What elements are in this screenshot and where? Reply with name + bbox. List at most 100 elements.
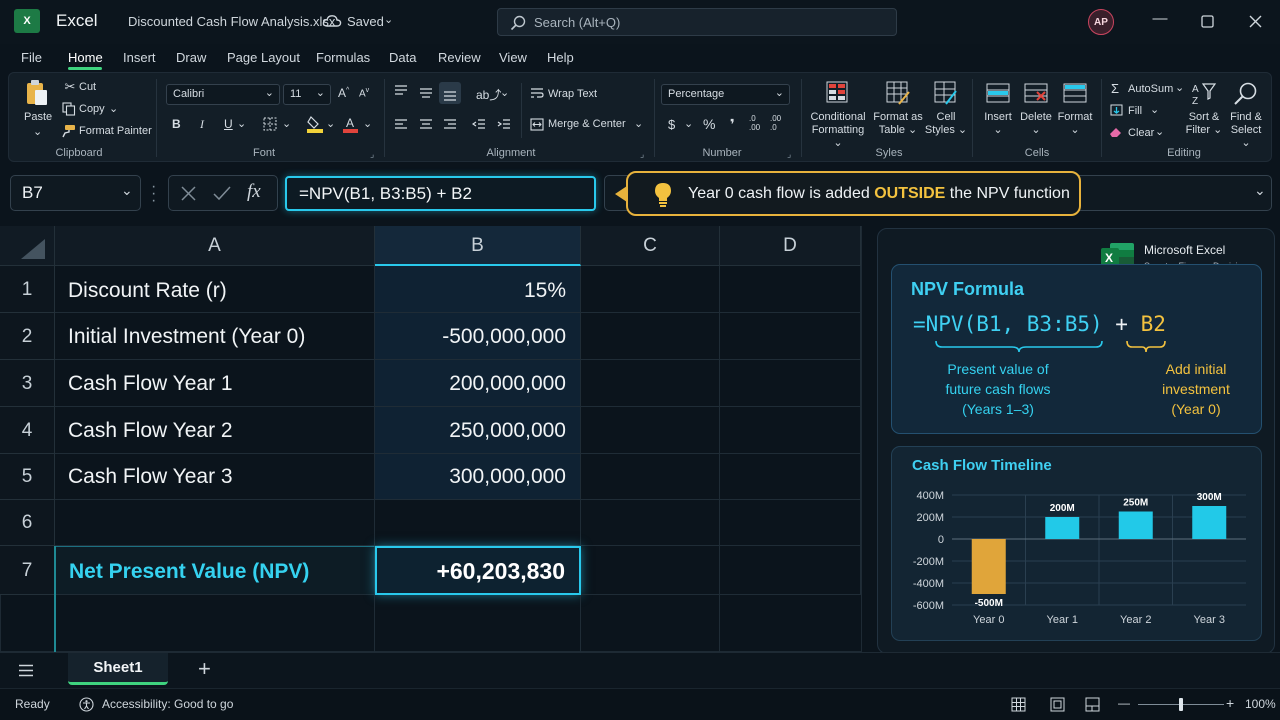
tab-view[interactable]: View	[499, 50, 527, 65]
increase-indent-icon[interactable]	[497, 119, 511, 131]
chevron-down-icon[interactable]: ⌄	[1150, 103, 1159, 116]
align-top-icon[interactable]	[394, 85, 408, 97]
currency-button[interactable]: $	[668, 117, 675, 132]
tab-page-layout[interactable]: Page Layout	[227, 50, 300, 65]
fill-button[interactable]: Fill	[1128, 105, 1142, 117]
align-left-icon[interactable]	[394, 119, 408, 131]
cell-b6[interactable]	[375, 500, 581, 546]
cell-d3[interactable]	[720, 360, 861, 407]
cell-a1[interactable]: Discount Rate (r)	[55, 266, 375, 313]
cell-d6[interactable]	[720, 500, 861, 546]
cell-a4[interactable]: Cash Flow Year 2	[55, 407, 375, 454]
cell-a7[interactable]: Net Present Value (NPV)	[55, 546, 375, 595]
cell-a2[interactable]: Initial Investment (Year 0)	[55, 313, 375, 360]
chevron-down-icon[interactable]: ⌄	[384, 13, 393, 26]
page-break-view-icon[interactable]	[1085, 697, 1100, 712]
decrease-decimal-icon[interactable]: .00.0	[770, 114, 781, 132]
cell-c2[interactable]	[581, 313, 720, 360]
chevron-down-icon[interactable]: ⌄	[326, 117, 335, 130]
number-format-select[interactable]: Percentage ⌄	[661, 84, 790, 105]
copy-button[interactable]: Copy	[79, 103, 105, 115]
format-cells-button[interactable]: Format ⌄	[1053, 111, 1097, 137]
cell-c1[interactable]	[581, 266, 720, 313]
more-options-icon[interactable]: · · ·	[151, 179, 156, 209]
autosum-button[interactable]: AutoSum	[1128, 83, 1173, 95]
column-header-d[interactable]: D	[720, 226, 861, 266]
chevron-down-icon[interactable]: ⌄	[1175, 81, 1184, 94]
row-header-1[interactable]: 1	[0, 266, 55, 313]
file-name[interactable]: Discounted Cash Flow Analysis.xlsx	[128, 14, 335, 29]
borders-icon[interactable]	[263, 117, 277, 131]
bold-button[interactable]: B	[172, 117, 181, 131]
font-launcher-icon[interactable]: ⌟	[370, 149, 374, 160]
font-size-select[interactable]: 11 ⌄	[283, 84, 331, 105]
close-icon[interactable]	[1249, 15, 1262, 28]
cell-d2[interactable]	[720, 313, 861, 360]
zoom-slider-handle[interactable]	[1179, 698, 1183, 711]
row-header-7[interactable]: 7	[0, 546, 55, 595]
cell-c6[interactable]	[581, 500, 720, 546]
page-layout-view-icon[interactable]	[1050, 697, 1065, 712]
chevron-down-icon[interactable]: ⌄	[121, 182, 133, 199]
underline-button[interactable]: U	[224, 117, 233, 131]
formula-input[interactable]: =NPV(B1, B3:B5) + B2	[285, 176, 596, 211]
cell-b2[interactable]: -500,000,000	[375, 313, 581, 360]
fill-color-icon[interactable]	[307, 115, 323, 133]
merge-center-button[interactable]: Merge & Center	[548, 118, 626, 130]
paste-button[interactable]: Paste	[24, 111, 52, 123]
row-header-4[interactable]: 4	[0, 407, 55, 454]
format-as-table-button[interactable]: Format as Table ⌄	[867, 111, 929, 137]
accessibility-icon[interactable]	[79, 697, 94, 712]
row-header-2[interactable]: 2	[0, 313, 55, 360]
italic-button[interactable]: I	[200, 117, 204, 132]
zoom-level[interactable]: 100%	[1245, 697, 1276, 711]
align-right-icon[interactable]	[443, 119, 457, 131]
cell-b7-selected[interactable]: +60,203,830	[375, 546, 581, 595]
chevron-down-icon[interactable]: ⌄	[237, 117, 246, 130]
column-header-b[interactable]: B	[375, 226, 581, 266]
chevron-down-icon[interactable]: ⌄	[684, 117, 693, 130]
cell-b1[interactable]: 15%	[375, 266, 581, 313]
cell-a5[interactable]: Cash Flow Year 3	[55, 454, 375, 500]
tab-draw[interactable]: Draw	[176, 50, 206, 65]
minimize-icon[interactable]: —	[1148, 10, 1172, 32]
chevron-down-icon[interactable]: ⌄	[282, 117, 291, 130]
row-header-6[interactable]: 6	[0, 500, 55, 546]
cell-c7[interactable]	[581, 546, 720, 595]
enter-check-icon[interactable]	[213, 186, 231, 201]
orientation-icon[interactable]: ab⤴	[476, 86, 501, 103]
comma-style-button[interactable]: ❜	[730, 116, 735, 133]
cell-d7[interactable]	[720, 546, 861, 595]
cell-styles-button[interactable]: Cell Styles ⌄	[923, 111, 969, 137]
expand-formula-icon[interactable]: ⌄	[1254, 182, 1266, 199]
cell-d4[interactable]	[720, 407, 861, 454]
conditional-formatting-button[interactable]: Conditional Formatting ⌄	[806, 111, 870, 150]
row-header-5[interactable]: 5	[0, 454, 55, 500]
sheet-tab-sheet1[interactable]: Sheet1	[68, 653, 168, 685]
find-select-button[interactable]: Find & Select ⌄	[1225, 111, 1267, 150]
chevron-down-icon[interactable]: ⌄	[500, 86, 509, 99]
increase-decimal-icon[interactable]: .0.00	[749, 114, 760, 132]
font-name-select[interactable]: Calibri ⌄	[166, 84, 280, 105]
cancel-icon[interactable]	[181, 186, 196, 201]
tab-formulas[interactable]: Formulas	[316, 50, 370, 65]
align-middle-icon[interactable]	[419, 87, 433, 99]
cell-a3[interactable]: Cash Flow Year 1	[55, 360, 375, 407]
tab-help[interactable]: Help	[547, 50, 574, 65]
insert-function-button[interactable]: fx	[247, 181, 261, 203]
cell-c4[interactable]	[581, 407, 720, 454]
cell-b4[interactable]: 250,000,000	[375, 407, 581, 454]
cut-button[interactable]: Cut	[79, 81, 96, 93]
font-color-icon[interactable]: A	[343, 115, 358, 133]
tab-data[interactable]: Data	[389, 50, 416, 65]
delete-cells-button[interactable]: Delete ⌄	[1014, 111, 1058, 137]
tab-review[interactable]: Review	[438, 50, 481, 65]
add-sheet-button[interactable]: +	[198, 656, 211, 682]
percent-button[interactable]: %	[703, 116, 715, 132]
zoom-out-button[interactable]: —	[1118, 696, 1130, 710]
paste-icon[interactable]	[25, 79, 49, 107]
column-header-c[interactable]: C	[581, 226, 720, 266]
user-avatar[interactable]: AP	[1088, 9, 1114, 35]
name-box[interactable]: B7 ⌄	[10, 175, 141, 211]
alignment-launcher-icon[interactable]: ⌟	[640, 149, 644, 160]
